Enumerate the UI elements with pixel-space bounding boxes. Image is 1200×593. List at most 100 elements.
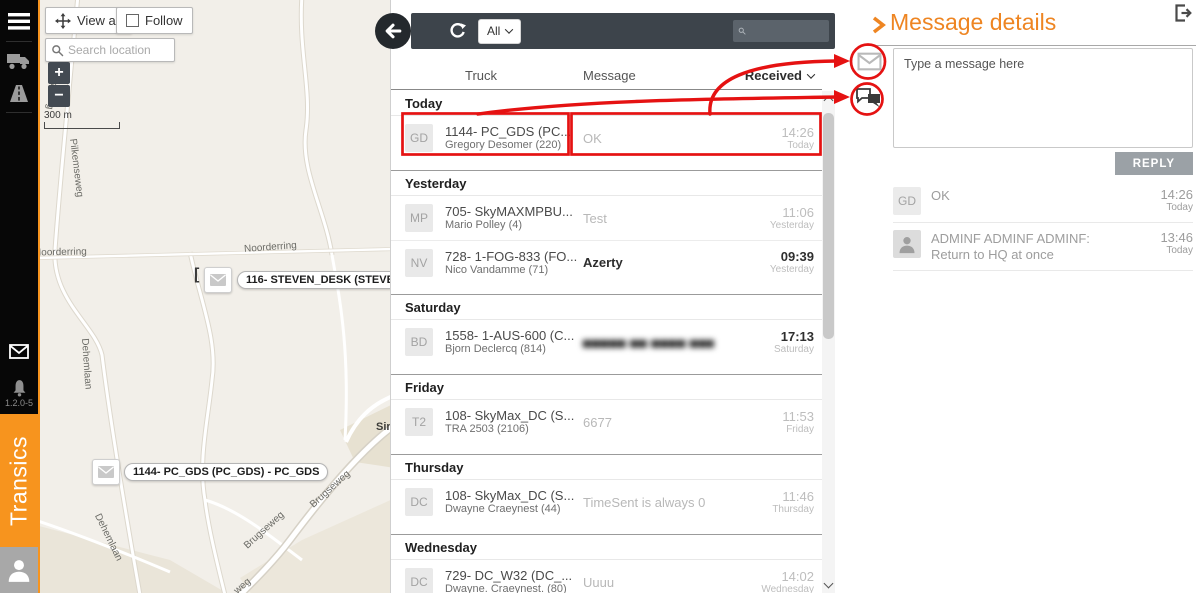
- chat-mode-button[interactable]: [855, 87, 882, 109]
- search-icon: [738, 25, 746, 37]
- group-label: Thursday: [391, 455, 822, 480]
- map-marker-label-pc-gds[interactable]: 1144- PC_GDS (PC_GDS) - PC_GDS: [124, 463, 328, 481]
- menu-button[interactable]: [0, 9, 38, 33]
- driver-name: Dwayne Craeynest (44): [445, 503, 577, 516]
- truck-name: 108- SkyMax_DC (S...: [445, 488, 577, 503]
- day: Today: [1119, 202, 1193, 214]
- follow-toggle[interactable]: Follow: [116, 7, 193, 34]
- message-preview: OK: [577, 131, 714, 146]
- group-thursday: Thursday DC 108- SkyMax_DC (S... Dwayne …: [391, 454, 822, 534]
- received-day: Today: [714, 140, 814, 152]
- zoom-in-button[interactable]: +: [48, 62, 70, 84]
- message-thread: GD OK 14:26 Today ADMINF ADMINF ADMINF: …: [893, 180, 1193, 271]
- list-item[interactable]: T2 108- SkyMax_DC (S... TRA 2503 (2106) …: [391, 400, 822, 444]
- list-search-input[interactable]: [750, 24, 824, 38]
- list-item[interactable]: BD 1558- 1-AUS-600 (C... Bjorn Declercq …: [391, 320, 822, 364]
- follow-checkbox[interactable]: [126, 14, 139, 27]
- back-button[interactable]: [375, 13, 411, 49]
- logout-button[interactable]: [1174, 4, 1192, 27]
- group-saturday: Saturday BD 1558- 1-AUS-600 (C... Bjorn …: [391, 294, 822, 374]
- scroll-down-icon[interactable]: [824, 579, 834, 589]
- avatar: DC: [405, 568, 433, 593]
- received-cell: 14:02 Wednesday: [714, 569, 814, 593]
- brand-tab[interactable]: Transics: [0, 414, 38, 548]
- column-received-label: Received: [745, 68, 802, 83]
- view-all-label: View all: [77, 13, 122, 28]
- back-arrow-icon: [383, 21, 403, 41]
- received-day: Friday: [714, 424, 814, 436]
- avatar: [893, 230, 921, 258]
- received-cell: 11:53 Friday: [714, 409, 814, 436]
- truck-cell: 1144- PC_GDS (PC... Gregory Desomer (220…: [445, 124, 577, 152]
- place-label: Sin: [376, 421, 390, 433]
- thread-message: GD OK 14:26 Today: [893, 180, 1193, 223]
- envelope-icon: [9, 344, 29, 359]
- driver-name: TRA 2503 (2106): [445, 423, 577, 436]
- map-search-input[interactable]: [68, 43, 168, 57]
- scrollbar-thumb[interactable]: [823, 113, 834, 339]
- avatar: GD: [405, 124, 433, 152]
- time: 13:46: [1119, 230, 1193, 245]
- received-time: 11:53: [714, 409, 814, 424]
- thread-message-time: 13:46 Today: [1119, 230, 1193, 263]
- zoom-out-button[interactable]: −: [48, 85, 70, 107]
- message-list-panel: All Truck Message Received Today: [390, 0, 835, 593]
- send-message-mode-button[interactable]: [857, 52, 882, 71]
- group-label: Yesterday: [391, 171, 822, 196]
- sidebar-item-routes[interactable]: [0, 82, 38, 104]
- group-label: Friday: [391, 375, 822, 400]
- list-item[interactable]: MP 705- SkyMAXMPBU... Mario Polley (4) T…: [391, 196, 822, 240]
- list-item[interactable]: GD 1144- PC_GDS (PC... Gregory Desomer (…: [391, 116, 822, 160]
- list-item[interactable]: DC 729- DC_W32 (DC_... Dwayne. Craeynest…: [391, 560, 822, 593]
- filter-dropdown-label: All: [487, 24, 500, 38]
- compose-input[interactable]: [893, 48, 1193, 148]
- user-profile-button[interactable]: [0, 547, 38, 593]
- avatar: GD: [893, 187, 921, 215]
- brand-label: Transics: [6, 436, 33, 526]
- group-wednesday: Wednesday DC 729- DC_W32 (DC_... Dwayne.…: [391, 534, 822, 593]
- message-preview: Azerty: [577, 255, 714, 270]
- street-label: Noorderring: [40, 247, 87, 259]
- group-label: Wednesday: [391, 535, 822, 560]
- column-message: Message: [583, 68, 636, 83]
- list-toolbar: All: [411, 13, 835, 49]
- received-cell: 11:46 Thursday: [714, 489, 814, 516]
- list-search-box[interactable]: [733, 20, 829, 42]
- driver-name: Dwayne. Craeynest. (80): [445, 583, 577, 593]
- filter-dropdown[interactable]: All: [478, 19, 521, 44]
- truck-name: 1144- PC_GDS (PC...: [445, 124, 577, 139]
- column-headers: Truck Message Received: [391, 62, 822, 90]
- chevron-down-icon: [505, 25, 513, 33]
- person-icon: [6, 556, 32, 584]
- driver-name: Bjorn Declercq (814): [445, 343, 577, 356]
- scroll-up-icon[interactable]: [824, 96, 834, 106]
- thread-message: ADMINF ADMINF ADMINF: Return to HQ at on…: [893, 223, 1193, 271]
- column-received-sort[interactable]: Received: [745, 68, 814, 83]
- avatar: BD: [405, 328, 433, 356]
- map-pane[interactable]: Pilkemseweg Pilkemseweg Noorderring Noor…: [40, 0, 390, 593]
- app-version: 1.2.0-5: [0, 398, 38, 408]
- received-time: 11:06: [714, 205, 814, 220]
- map-marker-steven-desk[interactable]: [204, 267, 232, 293]
- chevron-right-icon: [872, 16, 886, 34]
- follow-label: Follow: [145, 13, 183, 28]
- map-marker-label-steven-desk[interactable]: 116- STEVEN_DESK (STEVENDP): [237, 271, 390, 289]
- refresh-button[interactable]: [449, 23, 466, 40]
- driver-name: Gregory Desomer (220): [445, 139, 577, 152]
- message-preview: TimeSent is always 0: [577, 495, 714, 510]
- map-search-box[interactable]: [45, 38, 175, 62]
- refresh-icon: [449, 23, 466, 40]
- sidebar-item-alerts[interactable]: [0, 376, 38, 400]
- reply-button[interactable]: REPLY: [1115, 152, 1193, 175]
- sidebar-item-trucks[interactable]: [0, 50, 38, 72]
- sidebar-item-messages[interactable]: [0, 340, 38, 362]
- list-item[interactable]: NV 728- 1-FOG-833 (FO... Nico Vandamme (…: [391, 240, 822, 284]
- truck-cell: 705- SkyMAXMPBU... Mario Polley (4): [445, 204, 577, 232]
- map-marker-pc-gds[interactable]: [92, 459, 120, 485]
- received-day: Yesterday: [714, 264, 814, 276]
- truck-cell: 729- DC_W32 (DC_... Dwayne. Craeynest. (…: [445, 568, 577, 593]
- driver-name: Mario Polley (4): [445, 219, 577, 232]
- list-item[interactable]: DC 108- SkyMax_DC (S... Dwayne Craeynest…: [391, 480, 822, 524]
- envelope-icon: [98, 466, 114, 478]
- scrollbar[interactable]: [822, 91, 835, 593]
